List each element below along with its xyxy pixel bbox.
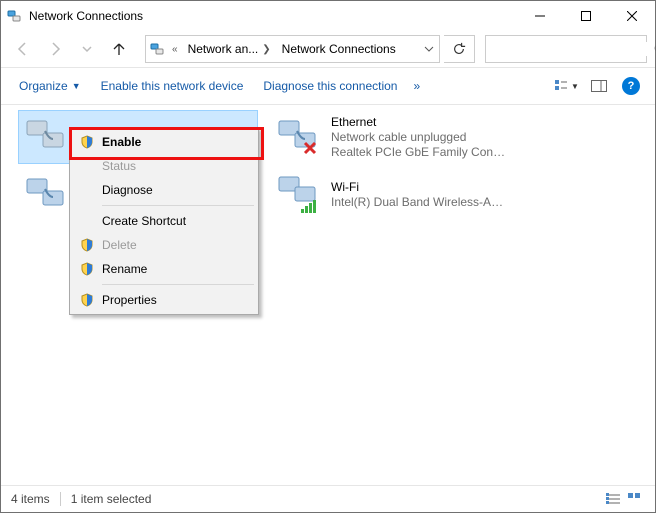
help-button[interactable]: ? xyxy=(617,74,645,98)
ctx-delete: Delete xyxy=(72,233,256,257)
minimize-button[interactable] xyxy=(517,1,563,31)
search-box[interactable] xyxy=(485,35,647,63)
breadcrumb-root-chevron[interactable]: « xyxy=(168,44,182,55)
ctx-separator xyxy=(102,284,254,285)
adapter-icon xyxy=(277,117,325,157)
ctx-label: Status xyxy=(98,159,136,173)
ctx-label: Create Shortcut xyxy=(98,214,186,228)
ctx-label: Properties xyxy=(98,293,157,307)
close-button[interactable] xyxy=(609,1,655,31)
breadcrumb-seg1[interactable]: Network an...❯ xyxy=(182,36,276,62)
address-bar[interactable]: « Network an...❯ Network Connections xyxy=(145,35,440,63)
diagnose-connection-button[interactable]: Diagnose this connection xyxy=(255,75,405,97)
command-bar: Organize▼ Enable this network device Dia… xyxy=(1,67,655,105)
adapter-icon xyxy=(277,175,325,215)
navigation-row: « Network an...❯ Network Connections xyxy=(1,31,655,67)
location-icon xyxy=(150,41,166,57)
help-icon: ? xyxy=(622,77,640,95)
view-large-icon[interactable] xyxy=(625,489,645,509)
ctx-label: Delete xyxy=(98,238,137,252)
toolbar-overflow[interactable]: » xyxy=(409,75,424,97)
maximize-button[interactable] xyxy=(563,1,609,31)
breadcrumb-seg2[interactable]: Network Connections xyxy=(276,36,401,62)
shield-icon xyxy=(76,262,98,276)
adapter-device: Realtek PCIe GbE Family Controller xyxy=(331,145,507,160)
content-area[interactable]: Cisco AnyConnect Secure Mobility Etherne… xyxy=(1,105,655,485)
enable-device-button[interactable]: Enable this network device xyxy=(93,75,252,97)
adapter-icon xyxy=(25,175,73,215)
status-selection: 1 item selected xyxy=(71,492,152,506)
title-bar: Network Connections xyxy=(1,1,655,31)
ctx-diagnose[interactable]: Diagnose xyxy=(72,178,256,202)
window: Network Connections « Network an...❯ Net… xyxy=(0,0,656,513)
sep xyxy=(60,492,61,506)
ctx-separator xyxy=(102,205,254,206)
view-switcher xyxy=(603,489,645,509)
preview-pane-button[interactable] xyxy=(585,74,613,98)
ctx-rename[interactable]: Rename xyxy=(72,257,256,281)
adapter-name: Wi-Fi xyxy=(331,180,507,195)
address-dropdown[interactable] xyxy=(419,44,439,54)
view-options-button[interactable]: ▼ xyxy=(553,74,581,98)
recent-dropdown[interactable] xyxy=(73,35,101,63)
ctx-label: Rename xyxy=(98,262,147,276)
shield-icon xyxy=(76,293,98,307)
ctx-status: Status xyxy=(72,154,256,178)
adapter-status: Network cable unplugged xyxy=(331,130,507,145)
ctx-label: Diagnose xyxy=(98,183,153,197)
shield-icon xyxy=(76,135,98,149)
status-bar: 4 items 1 item selected xyxy=(1,485,655,512)
search-input[interactable] xyxy=(486,42,653,56)
organize-button[interactable]: Organize▼ xyxy=(11,75,89,97)
adapter-ethernet[interactable]: Ethernet Network cable unplugged Realtek… xyxy=(271,111,509,163)
context-menu: Enable Status Diagnose Create Shortcut D… xyxy=(69,127,259,315)
ctx-label: Enable xyxy=(98,135,141,149)
refresh-button[interactable] xyxy=(444,35,475,63)
app-icon xyxy=(7,8,23,24)
window-title: Network Connections xyxy=(29,9,143,23)
ctx-enable[interactable]: Enable xyxy=(72,130,256,154)
status-item-count: 4 items xyxy=(11,492,50,506)
adapter-device: Intel(R) Dual Band Wireless-AC 31... xyxy=(331,195,507,210)
view-details-icon[interactable] xyxy=(603,489,623,509)
shield-icon xyxy=(76,238,98,252)
adapter-wifi[interactable]: Wi-Fi Intel(R) Dual Band Wireless-AC 31.… xyxy=(271,169,509,221)
adapter-icon xyxy=(25,117,73,157)
back-button[interactable] xyxy=(9,35,37,63)
ctx-create-shortcut[interactable]: Create Shortcut xyxy=(72,209,256,233)
up-button[interactable] xyxy=(105,35,133,63)
window-controls xyxy=(517,1,655,31)
forward-button[interactable] xyxy=(41,35,69,63)
adapter-name: Ethernet xyxy=(331,115,507,130)
ctx-properties[interactable]: Properties xyxy=(72,288,256,312)
